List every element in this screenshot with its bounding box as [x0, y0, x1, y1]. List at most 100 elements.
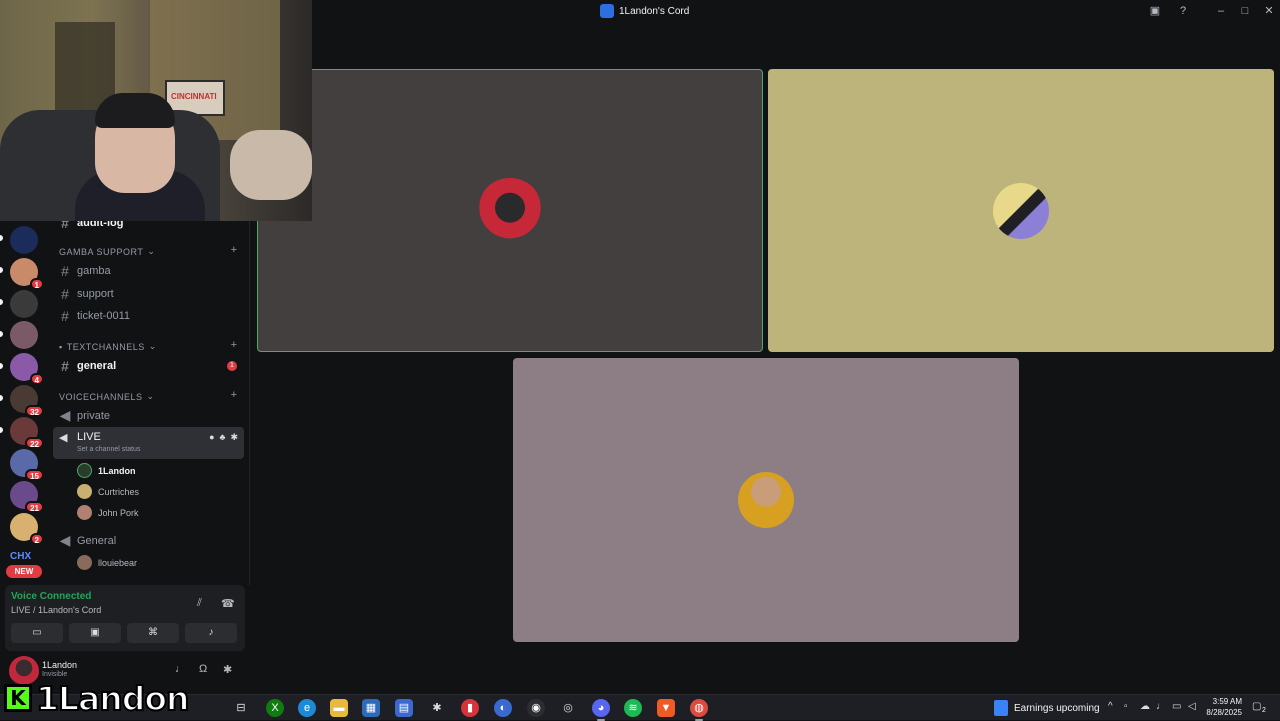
store-icon[interactable]: ▦: [362, 699, 380, 717]
file-explorer-icon[interactable]: ▬: [330, 699, 348, 717]
microphone-icon[interactable]: ♩: [1156, 701, 1166, 712]
channel-gamba[interactable]: # gamba: [59, 263, 111, 279]
help-icon[interactable]: ?: [1176, 4, 1190, 18]
maximize-icon[interactable]: □: [1238, 4, 1252, 18]
discord-icon[interactable]: ◕: [592, 699, 610, 717]
calculator-icon[interactable]: ▤: [395, 699, 413, 717]
screen-share-icon: ▣: [90, 627, 100, 638]
member-name: John Pork: [98, 507, 139, 518]
avatar: [993, 182, 1049, 239]
voice-channel-private[interactable]: ◀ private: [59, 407, 110, 424]
server-avatar-8[interactable]: 21: [10, 481, 44, 513]
disconnect-icon[interactable]: ☎: [221, 597, 235, 610]
xbox-icon[interactable]: X: [266, 699, 284, 717]
category-gamba-support[interactable]: GAMBA SUPPORT ⌄: [59, 246, 155, 257]
channel-label: gamba: [77, 265, 111, 277]
server-avatar-5[interactable]: 32: [10, 385, 44, 417]
headphones-icon[interactable]: Ω: [199, 663, 207, 675]
add-channel-icon[interactable]: +: [231, 244, 237, 256]
channel-support[interactable]: # support: [59, 286, 114, 302]
server-icon: [600, 4, 614, 18]
channel-status[interactable]: Set a channel status: [77, 446, 140, 453]
hash-icon: #: [61, 286, 69, 302]
inbox-icon[interactable]: ▣: [1148, 4, 1162, 18]
steam-icon[interactable]: ◎: [559, 699, 577, 717]
server-avatar-2[interactable]: [10, 290, 38, 318]
chrome-icon[interactable]: ◍: [690, 699, 708, 717]
notification-count: 2: [1262, 707, 1266, 714]
clock[interactable]: 3:59 AM 8/28/2025: [1204, 696, 1242, 718]
add-channel-icon[interactable]: +: [231, 389, 237, 401]
server-avatar-7[interactable]: 15: [10, 449, 44, 481]
server-avatar-1[interactable]: 1: [10, 258, 44, 290]
camera-off-icon: ▭: [32, 627, 42, 638]
tray-app-icon[interactable]: ▫: [1124, 701, 1128, 712]
app-blue-icon[interactable]: ◐: [494, 699, 512, 717]
unread-pill: [0, 427, 3, 433]
webcam-person-hair: [95, 93, 175, 128]
video-tile-curtriches[interactable]: [768, 69, 1274, 352]
webcam-banner-text: CINCINNATI: [171, 92, 217, 101]
microphone-icon[interactable]: ♩: [175, 663, 186, 675]
soundboard-button[interactable]: ♪: [185, 623, 237, 643]
chevron-up-icon[interactable]: ^: [1108, 701, 1113, 712]
channel-general[interactable]: # general: [59, 358, 116, 374]
spotify-icon[interactable]: ≋: [624, 699, 642, 717]
voice-member[interactable]: John Pork: [77, 505, 139, 520]
user-name[interactable]: 1Landon: [42, 660, 77, 670]
unread-pill: [0, 331, 3, 337]
screen-share-button[interactable]: ▣: [69, 623, 121, 643]
unread-pill: [0, 299, 3, 305]
chat-icon[interactable]: ●: [209, 432, 214, 443]
settings-icon[interactable]: ✱: [428, 699, 446, 717]
camera-button[interactable]: ▭: [11, 623, 63, 643]
obs-icon[interactable]: ◉: [527, 699, 545, 717]
task-view-icon[interactable]: ⊟: [232, 699, 250, 717]
server-avatar-6[interactable]: 22: [10, 417, 44, 449]
volume-icon[interactable]: ◁: [1188, 701, 1196, 712]
voice-member[interactable]: Curtriches: [77, 484, 139, 499]
network-icon[interactable]: ▭: [1172, 701, 1181, 712]
taskbar: ⊟ X e ▬ ▦ ▤ ✱ ▮ ◐ ◉ ◎ ◕ ≋ ▼ ◍ Earnings u…: [0, 694, 1280, 721]
invite-icon[interactable]: ♣: [220, 432, 226, 443]
voice-channel-general[interactable]: ◀ General: [59, 532, 117, 549]
channel-ticket[interactable]: # ticket-0011: [59, 308, 130, 324]
video-tile-john-pork[interactable]: [513, 358, 1019, 642]
mention-badge: 15: [25, 469, 44, 481]
server-mm[interactable]: [10, 226, 38, 254]
voice-member[interactable]: llouiebear: [77, 555, 137, 570]
new-badge[interactable]: NEW: [6, 565, 42, 578]
voice-channel-live[interactable]: ◀ LIVE Set a channel status ● ♣ ✱: [53, 427, 244, 459]
mention-badge: 4: [29, 373, 44, 385]
chevron-down-icon: ⌄: [147, 246, 156, 256]
voice-location[interactable]: LIVE / 1Landon's Cord: [11, 605, 101, 615]
noise-suppression-icon[interactable]: ⫽: [197, 597, 202, 610]
mention-badge: 32: [25, 405, 44, 417]
speech-icon: ▪: [59, 341, 63, 352]
gear-icon[interactable]: ✱: [223, 663, 232, 676]
app-red-icon[interactable]: ▮: [461, 699, 479, 717]
category-voicechannels[interactable]: VOICECHANNELS ⌄: [59, 391, 155, 402]
voice-status[interactable]: Voice Connected: [11, 591, 91, 602]
server-avatar-9[interactable]: 2: [10, 513, 44, 545]
voice-member[interactable]: 1Landon: [77, 463, 136, 478]
news-widget[interactable]: Earnings upcoming: [994, 700, 1100, 716]
video-tile-1landon[interactable]: [257, 69, 763, 352]
notification-icon[interactable]: ▢: [1252, 701, 1261, 712]
activity-button[interactable]: ⌘: [127, 623, 179, 643]
server-avatar-3[interactable]: [10, 321, 38, 349]
server-avatar-4[interactable]: 4: [10, 353, 44, 385]
cloud-icon[interactable]: ☁: [1140, 701, 1150, 712]
category-textchannels[interactable]: ▪ TEXTCHANNELS ⌄: [59, 341, 157, 352]
brave-icon[interactable]: ▼: [657, 699, 675, 717]
gear-icon[interactable]: ✱: [230, 432, 238, 443]
server-chx[interactable]: CHX: [10, 551, 31, 562]
add-channel-icon[interactable]: +: [231, 339, 237, 351]
close-icon[interactable]: ✕: [1262, 4, 1276, 18]
mention-badge: 2: [29, 533, 44, 545]
edge-icon[interactable]: e: [298, 699, 316, 717]
discord-window: 1Landon's Cord ▣ ? – □ ✕ CINCINNATI 1 4 …: [0, 0, 1280, 694]
channel-label: LIVE: [77, 431, 101, 443]
webcam-pillow: [230, 130, 312, 200]
minimize-icon[interactable]: –: [1214, 4, 1228, 18]
